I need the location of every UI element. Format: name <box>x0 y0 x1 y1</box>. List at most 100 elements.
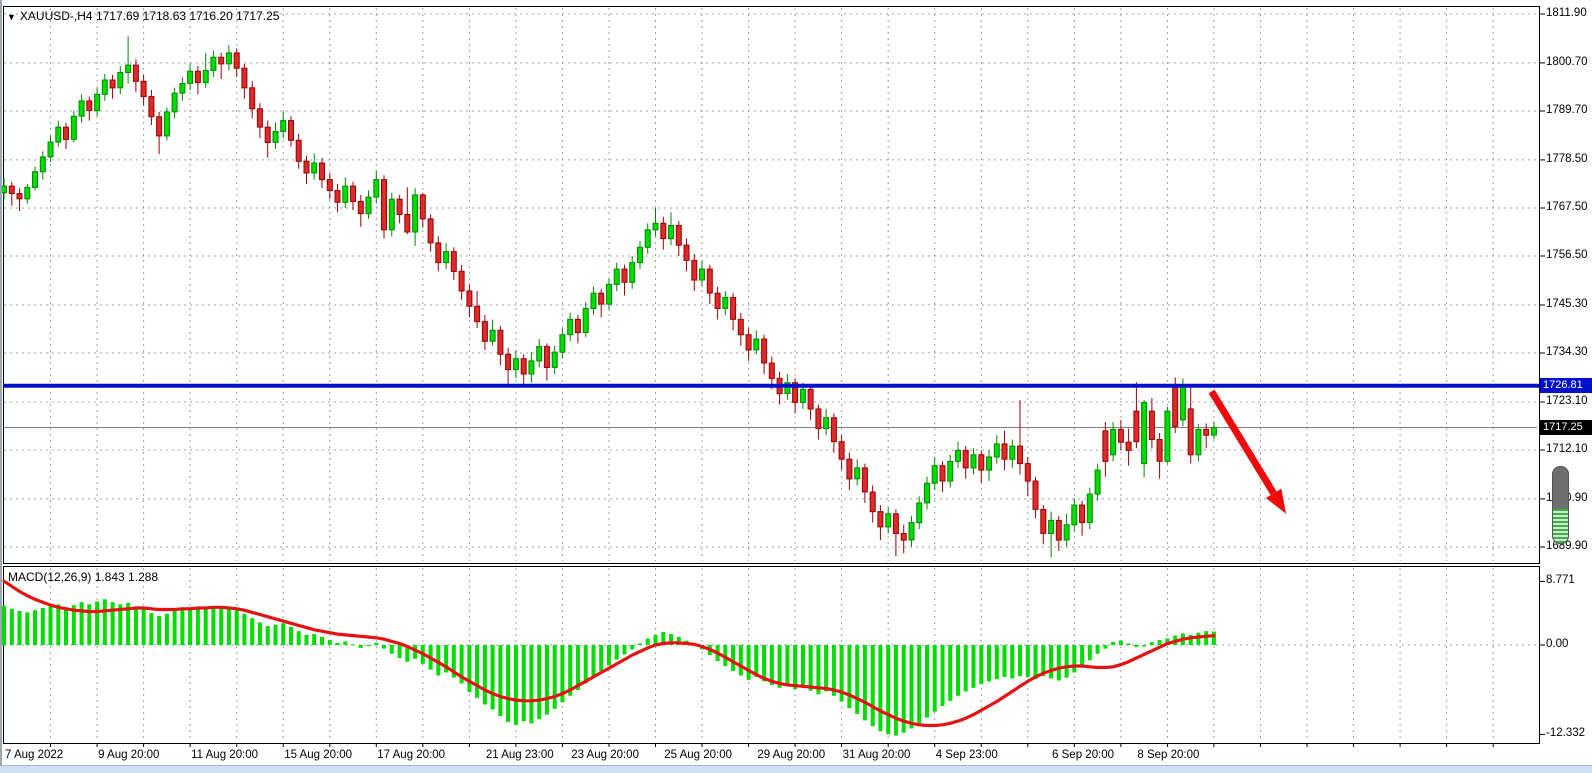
candle-body <box>901 534 906 541</box>
candle-body <box>467 291 472 306</box>
candle-body <box>1118 430 1123 443</box>
candle-body <box>498 330 503 354</box>
candle-body <box>351 186 356 201</box>
candle-body <box>320 163 325 180</box>
macd-histogram-bar <box>1142 645 1146 647</box>
macd-histogram-bar <box>498 645 502 716</box>
macd-histogram-bar <box>49 607 53 645</box>
macd-histogram-bar <box>305 635 309 645</box>
macd-histogram-bar <box>41 608 45 645</box>
chart-canvas[interactable] <box>0 0 1592 772</box>
candle-body <box>397 199 402 214</box>
macd-histogram-bar <box>56 604 60 645</box>
candle-body <box>1018 446 1023 464</box>
trend-arrow-shaft[interactable] <box>1212 392 1274 494</box>
candle-body <box>110 80 115 88</box>
price-axis-label: 1778.50 <box>1546 153 1588 165</box>
macd-histogram-bar <box>948 645 952 701</box>
candle-body <box>940 466 945 481</box>
candle-body <box>459 271 464 291</box>
candle-body <box>1010 446 1015 459</box>
macd-histogram-bar <box>739 645 743 676</box>
candle-body <box>17 194 22 199</box>
hline-price-tag: 1726.81 <box>1540 378 1592 393</box>
macd-histogram-bar <box>731 645 735 671</box>
candle-body <box>575 319 580 332</box>
candle-body <box>808 389 813 409</box>
macd-histogram-bar <box>1026 645 1030 677</box>
price-axis-label: 1800.70 <box>1546 56 1588 68</box>
candle-body <box>1072 505 1077 525</box>
candle-body <box>126 65 131 72</box>
candle-body <box>382 180 387 230</box>
candle-body <box>669 226 674 239</box>
macd-histogram-bar <box>1065 645 1069 678</box>
macd-histogram-bar <box>204 608 208 645</box>
candle-body <box>1095 470 1100 494</box>
macd-histogram-bar <box>10 609 14 645</box>
macd-histogram-bar <box>343 641 347 645</box>
macd-histogram-bar <box>227 607 231 645</box>
candle-body <box>219 57 224 64</box>
candle-body <box>234 53 239 68</box>
macd-histogram-bar <box>483 645 487 705</box>
macd-histogram-bar <box>964 645 968 691</box>
candle-body <box>118 73 123 88</box>
candle-body <box>707 269 712 293</box>
macd-histogram-bar <box>1003 645 1007 677</box>
symbol-header: ▼XAUUSD-,H4 1717.69 1718.63 1716.20 1717… <box>7 9 279 23</box>
candle-body <box>537 347 542 361</box>
candle-body <box>653 223 658 230</box>
time-axis-label: 15 Aug 20:00 <box>284 749 352 761</box>
macd-histogram-bar <box>871 645 875 726</box>
candle-body <box>157 117 162 136</box>
macd-histogram-bar <box>173 611 177 645</box>
trend-arrow-head[interactable] <box>1266 489 1286 514</box>
time-axis-label: 9 Aug 20:00 <box>98 749 159 761</box>
scrollbar-stripes <box>1553 509 1568 543</box>
scrollbar-thumb[interactable] <box>1552 466 1569 544</box>
candle-body <box>9 186 14 193</box>
candle-body <box>343 186 348 202</box>
candle-body <box>436 243 441 263</box>
macd-histogram-bar <box>847 645 851 708</box>
candle-body <box>2 186 7 193</box>
candle-body <box>33 172 38 188</box>
candle-body <box>607 284 612 304</box>
macd-histogram-bar <box>1204 631 1208 645</box>
macd-histogram-bar <box>142 610 146 646</box>
candle-body <box>847 459 852 479</box>
candle-body <box>1165 411 1170 461</box>
macd-histogram-bar <box>863 645 867 720</box>
macd-histogram-bar <box>1134 645 1138 647</box>
candle-body <box>1180 385 1185 420</box>
candle-body <box>95 94 100 110</box>
candle-body <box>428 219 433 243</box>
macd-histogram-bar <box>289 627 293 645</box>
price-axis-label: 1767.50 <box>1546 201 1588 213</box>
candle-body <box>746 335 751 350</box>
macd-histogram-bar <box>592 645 596 677</box>
candle-body <box>622 269 627 282</box>
candle-body <box>855 468 860 479</box>
candle-body <box>490 330 495 341</box>
candle-body <box>878 512 883 527</box>
candle-body <box>304 161 309 173</box>
candle-body <box>296 140 301 161</box>
macd-histogram-bar <box>351 644 355 645</box>
candle-body <box>893 514 898 534</box>
macd-histogram-bar <box>638 644 642 646</box>
chevron-down-icon[interactable]: ▼ <box>7 12 16 22</box>
macd-label: MACD(12,26,9) 1.843 1.288 <box>8 570 158 584</box>
macd-histogram-bar <box>367 645 371 646</box>
candle-body <box>79 101 84 116</box>
candle-body <box>195 71 200 82</box>
macd-histogram-bar <box>382 645 386 649</box>
macd-histogram-bar <box>1096 645 1100 654</box>
macd-histogram-bar <box>281 623 285 645</box>
candle-body <box>715 293 720 308</box>
macd-histogram-bar <box>956 645 960 696</box>
candle-body <box>506 354 511 369</box>
candle-body <box>87 101 92 111</box>
macd-histogram-bar <box>1103 645 1107 649</box>
